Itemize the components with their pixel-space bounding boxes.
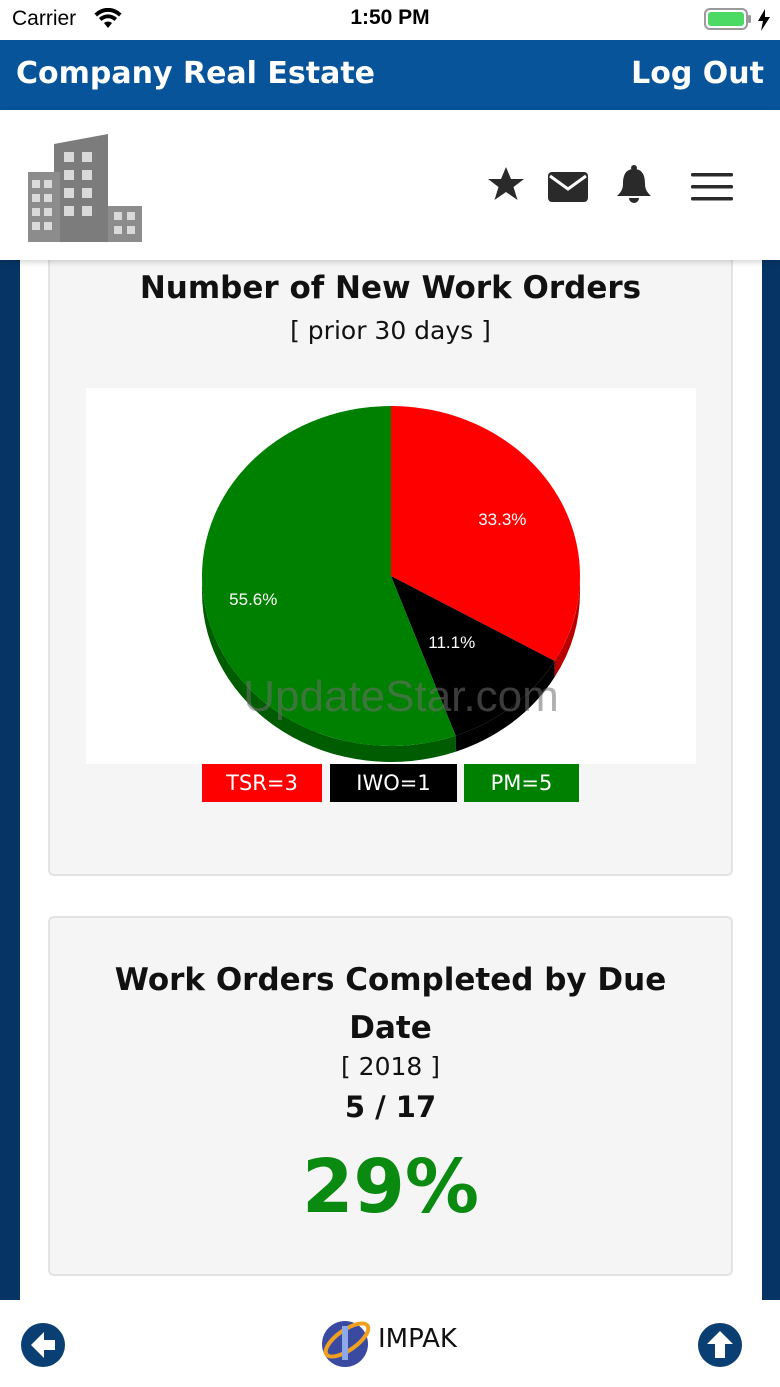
completed-percent: 29% xyxy=(301,1144,480,1230)
impak-logo-icon xyxy=(322,1321,371,1367)
card-subtitle: [ prior 30 days ] xyxy=(290,316,491,345)
building-logo-icon xyxy=(28,134,142,242)
impak-brand: IMPAK xyxy=(378,1324,457,1354)
completed-ratio: 5 / 17 xyxy=(344,1090,437,1124)
charging-icon xyxy=(758,9,770,31)
card-title: Number of New Work Orders xyxy=(139,270,642,306)
scroll-top-icon[interactable] xyxy=(697,1322,743,1368)
legend-item-iwo: IWO=1 xyxy=(330,764,457,802)
legend-item-tsr: TSR=3 xyxy=(202,764,322,802)
header xyxy=(0,110,780,260)
card-title: Work Orders Completed by Due Date xyxy=(114,962,667,1046)
main-content: Number of New Work Orders [ prior 30 day… xyxy=(20,256,762,1300)
bottom-bar: IMPAK xyxy=(0,1300,780,1387)
mail-icon[interactable] xyxy=(548,172,588,202)
status-bar: Carrier 1:50 PM xyxy=(0,0,780,40)
pie-chart: 33.3% 11.1% 55.6% UpdateStar.com xyxy=(86,388,696,764)
menu-icon[interactable] xyxy=(690,172,734,202)
back-arrow-icon[interactable] xyxy=(20,1322,66,1368)
watermark-text: UpdateStar.com xyxy=(243,672,559,721)
pie-label-pm: 55.6% xyxy=(229,590,277,609)
logout-button[interactable]: Log Out xyxy=(631,56,764,91)
pie-label-iwo: 11.1% xyxy=(428,633,475,652)
completed-by-due-date-card: Work Orders Completed by Due Date [ 2018… xyxy=(48,916,733,1276)
legend-item-pm: PM=5 xyxy=(464,764,579,802)
star-icon[interactable] xyxy=(487,166,525,202)
battery-icon xyxy=(704,8,751,30)
app-bar: Company Real Estate Log Out xyxy=(0,40,780,110)
card-subtitle: [ 2018 ] xyxy=(340,1052,441,1081)
app-title: Company Real Estate xyxy=(16,56,376,91)
pie-label-tsr: 33.3% xyxy=(478,510,526,529)
new-work-orders-card: Number of New Work Orders [ prior 30 day… xyxy=(48,256,733,876)
bell-icon[interactable] xyxy=(616,164,652,204)
pie-chart-svg: 33.3% 11.1% 55.6% UpdateStar.com xyxy=(201,406,580,762)
clock: 1:50 PM xyxy=(350,6,430,29)
